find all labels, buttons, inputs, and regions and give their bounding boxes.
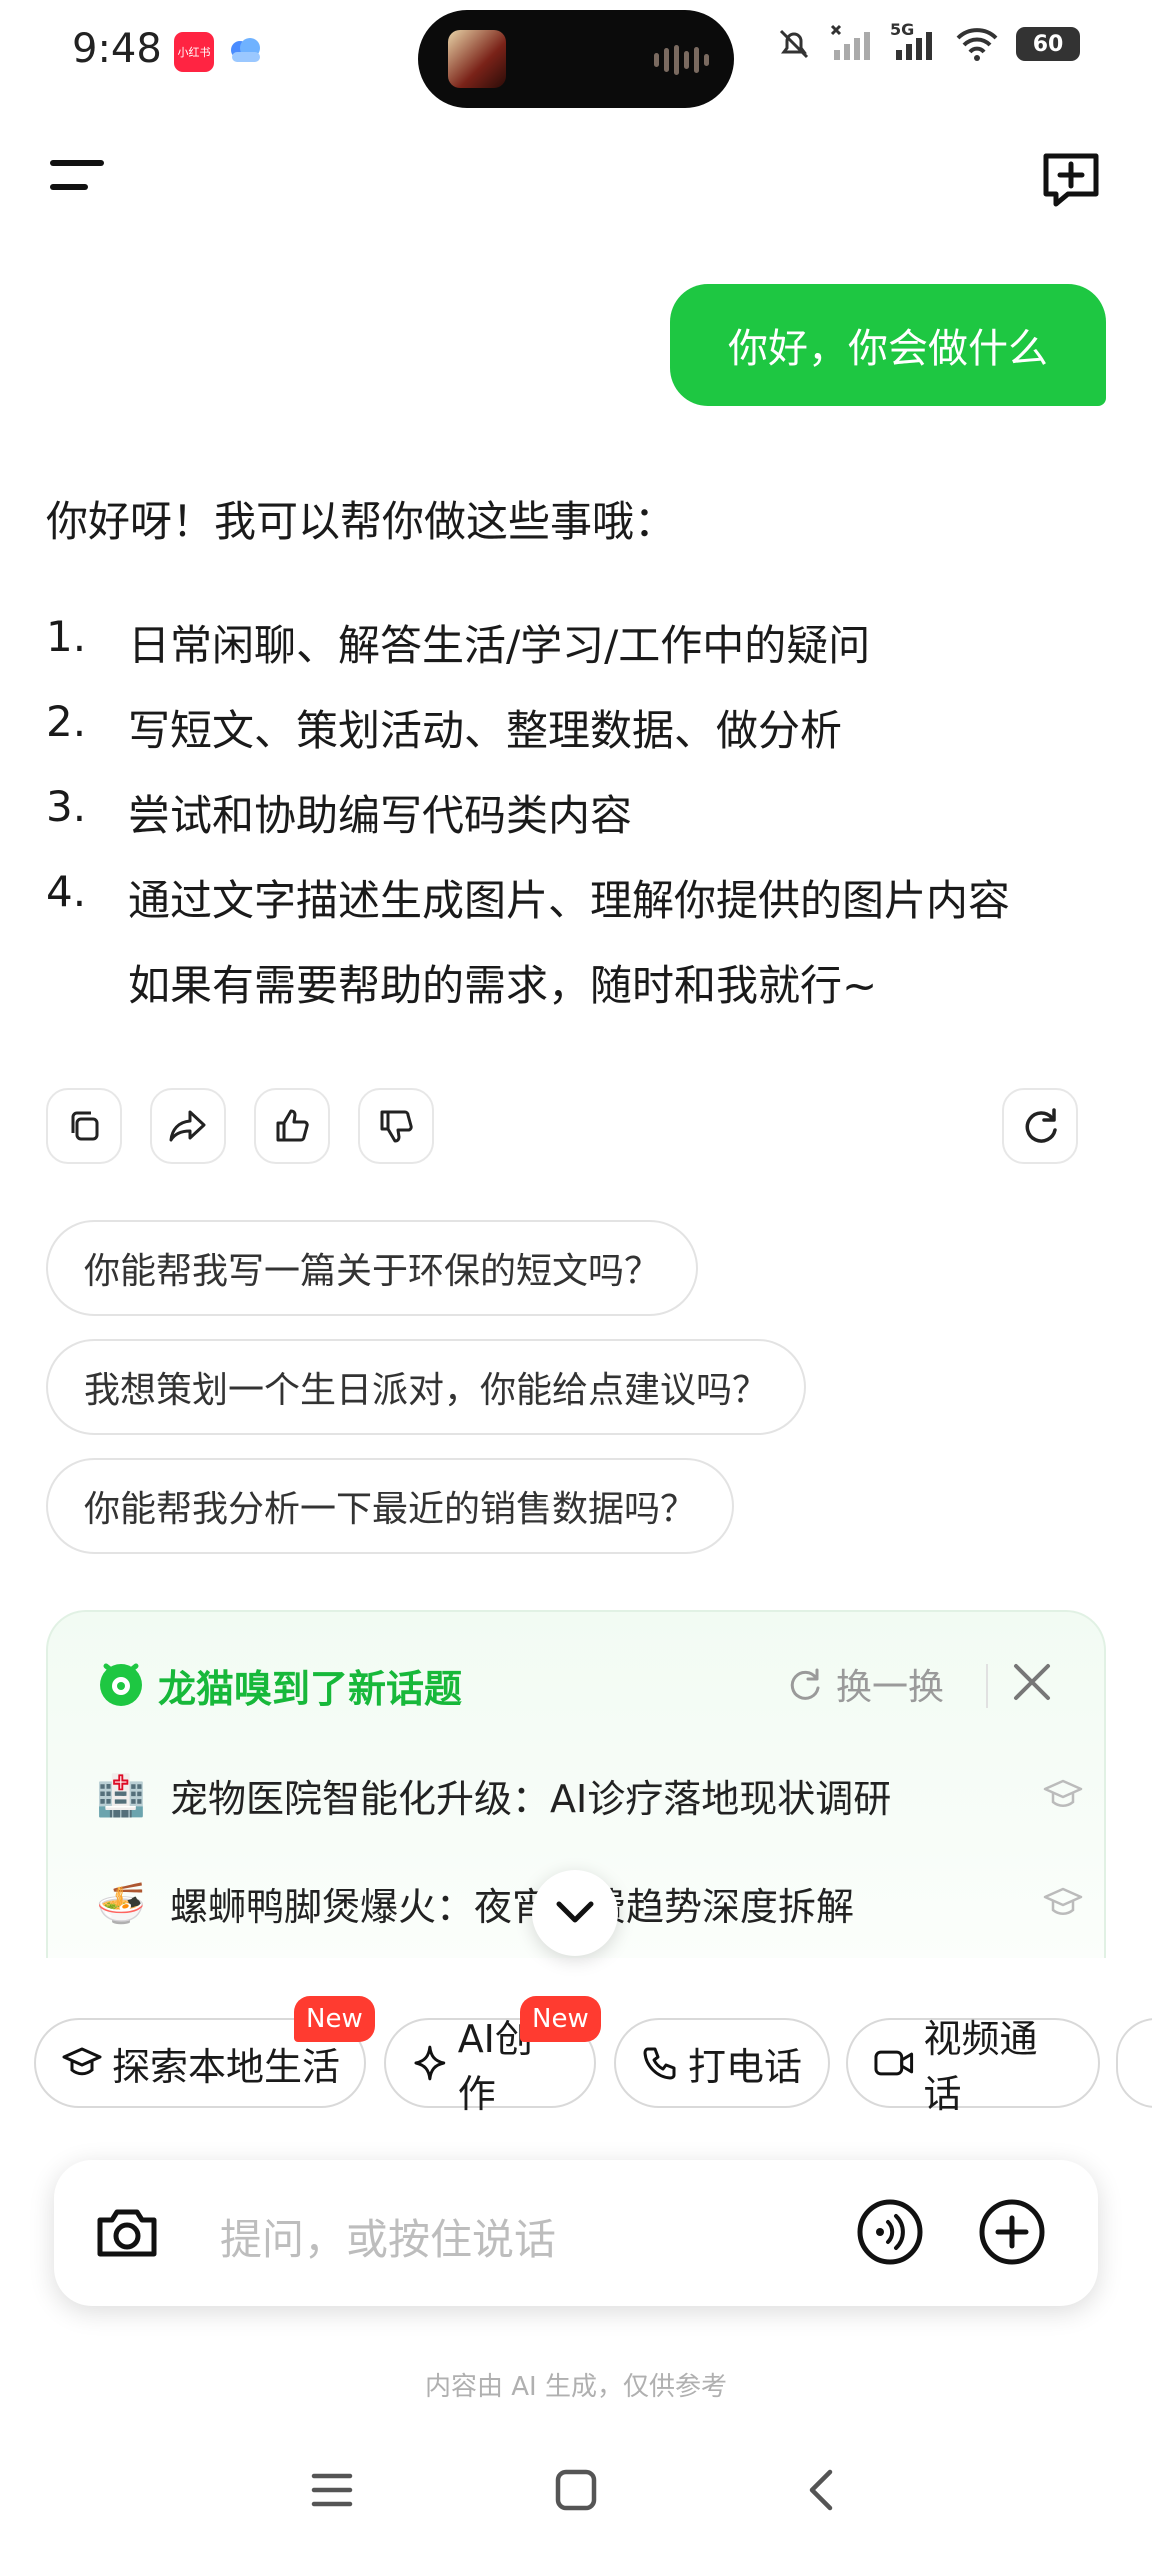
list-text: 写短文、策划活动、整理数据、做分析 xyxy=(128,706,843,755)
chat-input-bar: 提问，或按住说话 xyxy=(54,2160,1098,2306)
signal-x-icon xyxy=(830,24,870,60)
longmao-logo-icon xyxy=(100,1663,142,1706)
network-label: 5G xyxy=(890,20,915,39)
chip-label: 探索本地生活 xyxy=(112,2044,341,2089)
suggestion-chip[interactable]: 你能帮我分析一下最近的销售数据吗？ xyxy=(46,1458,735,1554)
dynamic-island[interactable] xyxy=(418,10,734,108)
assistant-list-item: 2. 写短文、策划活动、整理数据、做分析 xyxy=(46,697,1116,758)
xiaohongshu-app-icon: 小红书 xyxy=(174,32,214,72)
thumbs-down-button[interactable] xyxy=(358,1088,434,1164)
list-number: 2. xyxy=(46,697,87,746)
copy-button[interactable] xyxy=(46,1088,122,1164)
graduation-cap-icon xyxy=(1043,1887,1083,1915)
share-icon xyxy=(169,1110,206,1142)
recent-apps-button[interactable] xyxy=(302,2460,362,2520)
new-badge: New xyxy=(520,1996,601,2042)
scroll-down-button[interactable] xyxy=(532,1870,618,1956)
signal-5g-icon: 5G xyxy=(890,20,938,64)
close-icon xyxy=(1014,1664,1050,1700)
cloud-app-icon xyxy=(226,32,266,72)
chip-label: 视频通话 xyxy=(923,2017,1038,2116)
menu-button[interactable] xyxy=(44,150,120,210)
chevron-left-icon xyxy=(809,2469,833,2511)
media-thumbnail xyxy=(448,30,506,88)
shuffle-topics-label: 换一换 xyxy=(836,1667,945,1708)
plus-circle-icon xyxy=(979,2199,1045,2265)
sparkle-icon xyxy=(414,2045,446,2081)
hospital-icon: 🏥 xyxy=(96,1772,146,1819)
assistant-list-item: 3. 尝试和协助编写代码类内容 xyxy=(46,782,1116,843)
assistant-outro: 如果有需要帮助的需求，随时和我就行~ xyxy=(46,952,1116,1013)
topics-title: 龙猫嗅到了新话题 xyxy=(158,1667,463,1711)
list-number: 3. xyxy=(46,782,87,831)
refresh-icon xyxy=(1025,1108,1057,1143)
suggestion-chip[interactable]: 你能帮我写一篇关于环保的短文吗？ xyxy=(46,1220,699,1316)
copy-icon xyxy=(71,1111,99,1141)
thumbs-up-icon xyxy=(276,1109,309,1142)
assistant-outro-text: 如果有需要帮助的需求，随时和我就行~ xyxy=(128,961,878,1010)
share-button[interactable] xyxy=(150,1088,226,1164)
suggestion-chip[interactable]: 我想策划一个生日派对，你能给点建议吗？ xyxy=(46,1339,807,1435)
camera-icon xyxy=(97,2209,157,2257)
thumbs-down-icon xyxy=(380,1110,413,1143)
camera-button[interactable] xyxy=(92,2198,162,2268)
divider xyxy=(986,1664,988,1708)
status-icons: 5G 60 xyxy=(774,20,1080,64)
menu-lines-icon xyxy=(311,2473,353,2507)
square-icon xyxy=(555,2469,597,2511)
phone-icon xyxy=(643,2047,676,2080)
phone-call-chip[interactable]: 打电话 xyxy=(614,2018,830,2108)
new-chat-icon xyxy=(1043,153,1099,207)
topic-item[interactable]: 🏥 宠物医院智能化升级：AI诊疗落地现状调研 xyxy=(96,1760,1086,1830)
battery-indicator: 60 xyxy=(1016,27,1080,61)
ai-disclaimer: 内容由 AI 生成，仅供参考 xyxy=(425,2372,727,2402)
voice-wave-icon xyxy=(857,2199,923,2265)
mute-bell-icon xyxy=(779,29,809,59)
video-camera-icon xyxy=(874,2050,914,2076)
assistant-list-item: 4. 通过文字描述生成图片、理解你提供的图片内容 xyxy=(46,867,1116,928)
video-call-chip[interactable]: 视频通话 xyxy=(846,2017,1100,2116)
back-button[interactable] xyxy=(794,2460,854,2520)
home-button[interactable] xyxy=(546,2460,606,2520)
wifi-icon xyxy=(956,28,998,61)
assistant-intro: 你好呀！我可以帮你做这些事哦： xyxy=(46,497,677,546)
add-attachment-button[interactable] xyxy=(976,2196,1048,2268)
new-badge: New xyxy=(294,1996,375,2042)
chip-label: 打电话 xyxy=(688,2044,803,2089)
voice-call-button[interactable] xyxy=(854,2196,926,2268)
message-input[interactable]: 提问，或按住说话 xyxy=(220,2206,556,2267)
xiaohongshu-app-label: 小红书 xyxy=(177,46,211,59)
list-number: 1. xyxy=(46,612,87,661)
audio-wave-icon xyxy=(654,44,710,76)
graduation-cap-icon xyxy=(1043,1779,1083,1807)
graduation-cap-icon xyxy=(62,2047,102,2076)
new-chat-button[interactable] xyxy=(1038,146,1104,212)
refresh-icon xyxy=(790,1668,820,1700)
chevron-down-icon xyxy=(556,1901,594,1923)
list-number: 4. xyxy=(46,867,87,916)
topic-text: 宠物医院智能化升级：AI诊疗落地现状调研 xyxy=(170,1776,892,1821)
user-message-bubble: 你好，你会做什么 xyxy=(670,284,1106,406)
list-text: 通过文字描述生成图片、理解你提供的图片内容 xyxy=(128,876,1011,925)
close-topics-button[interactable] xyxy=(1006,1656,1058,1708)
list-text: 尝试和协助编写代码类内容 xyxy=(128,791,633,840)
assistant-list-item: 1. 日常闲聊、解答生活/学习/工作中的疑问 xyxy=(46,612,1116,673)
list-text: 日常闲聊、解答生活/学习/工作中的疑问 xyxy=(128,621,871,670)
status-time: 9:48 xyxy=(72,26,162,72)
regenerate-button[interactable] xyxy=(1002,1088,1078,1164)
shuffle-topics-button[interactable]: 换一换 xyxy=(784,1658,944,1710)
noodle-bowl-icon: 🍜 xyxy=(96,1880,146,1927)
thumbs-up-button[interactable] xyxy=(254,1088,330,1164)
